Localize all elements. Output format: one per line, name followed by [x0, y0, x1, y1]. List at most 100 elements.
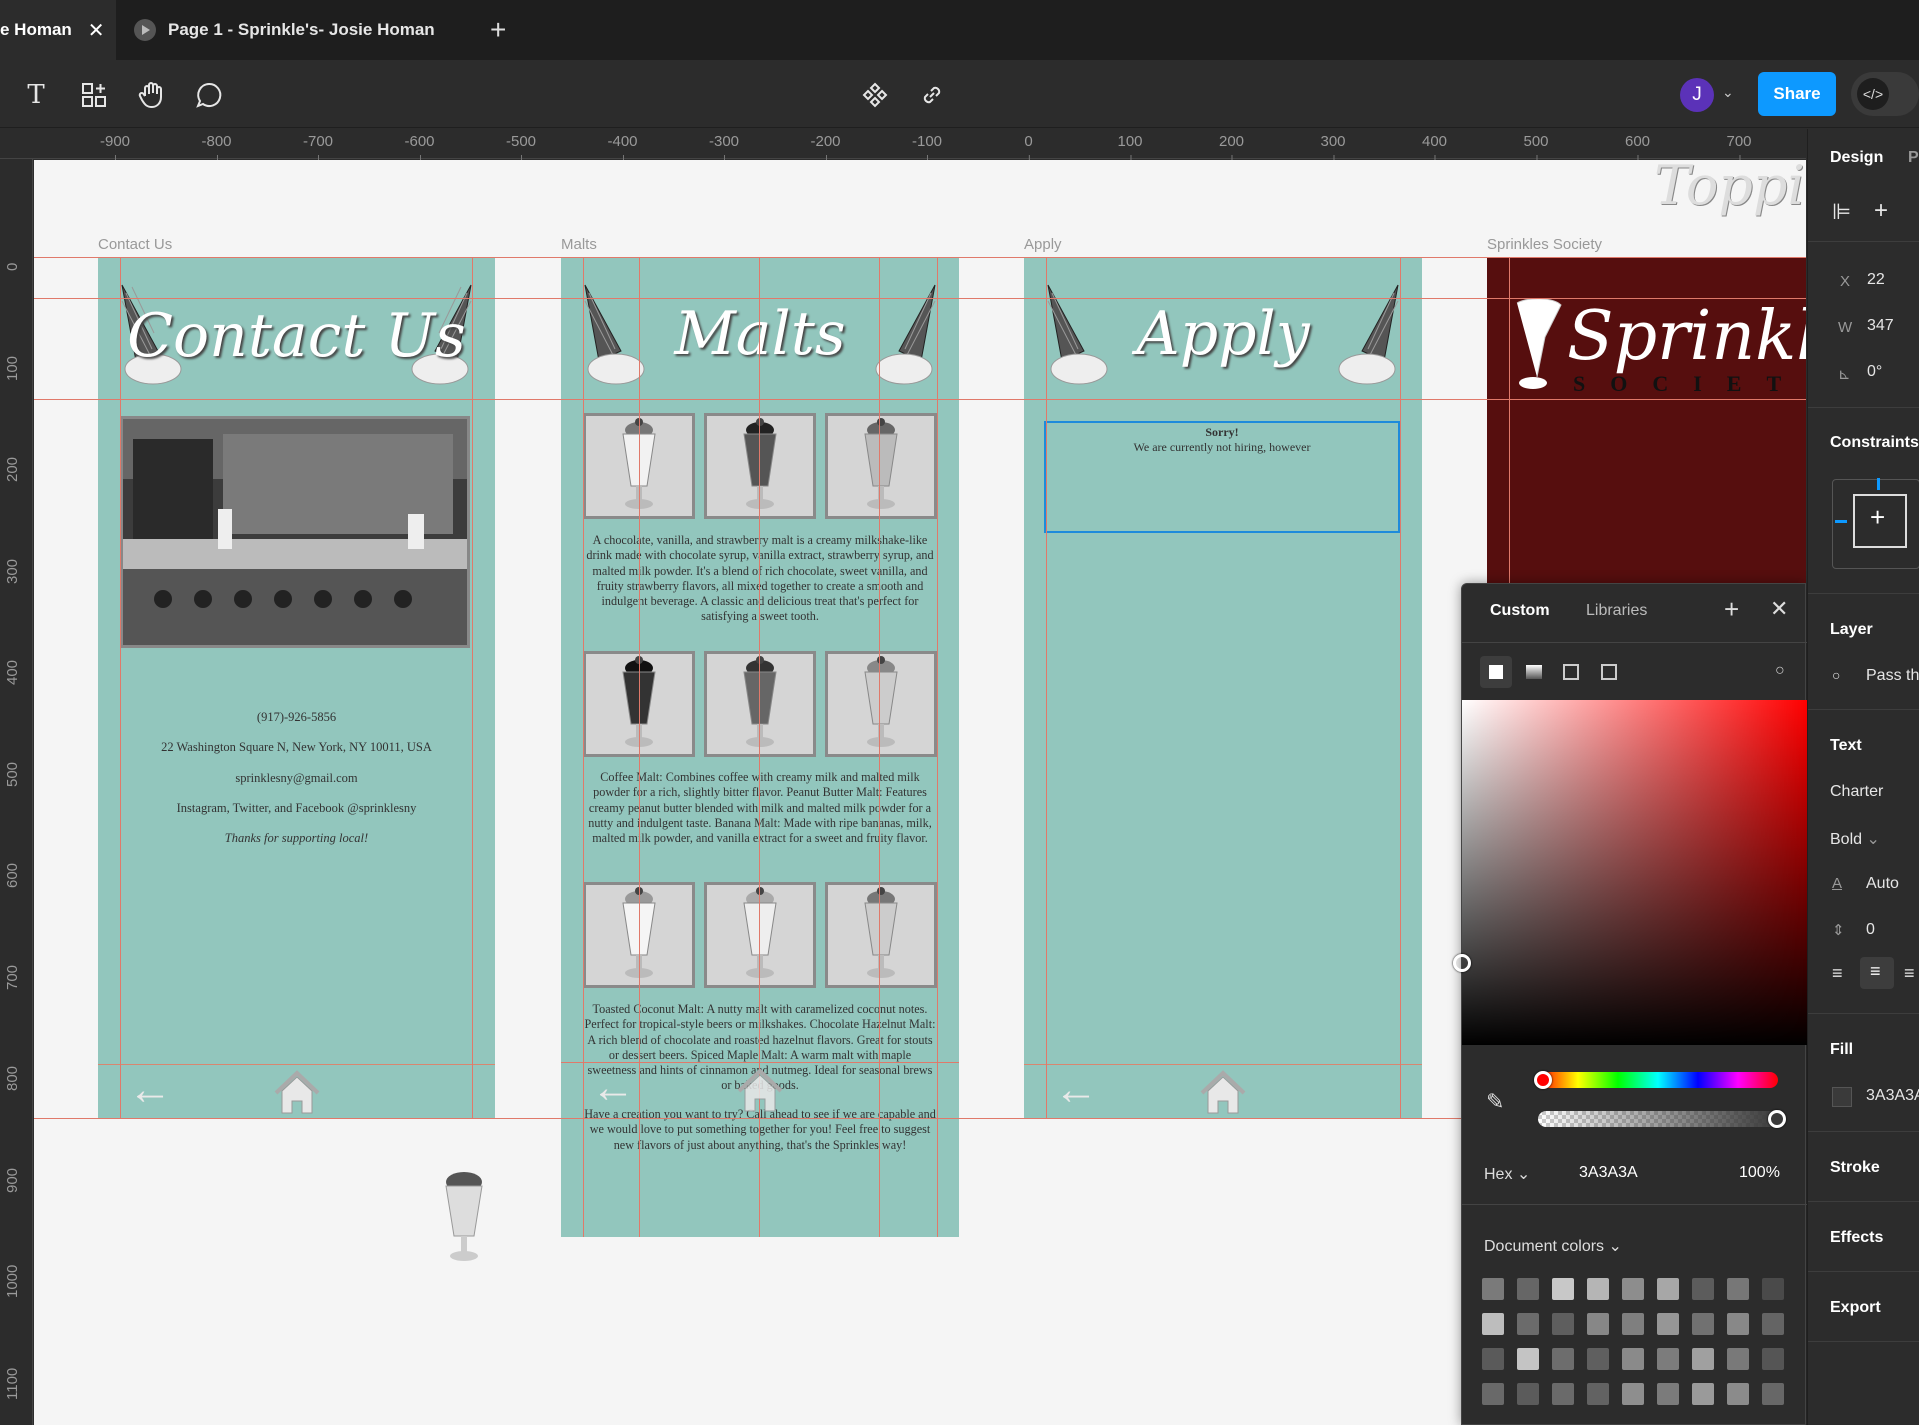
gradient-icon[interactable]: [1526, 665, 1542, 679]
opacity-handle[interactable]: [1768, 1110, 1786, 1128]
document-color-swatch[interactable]: [1552, 1313, 1574, 1335]
document-color-swatch[interactable]: [1587, 1313, 1609, 1335]
home-icon[interactable]: [1198, 1069, 1248, 1115]
font-family-select[interactable]: Charter: [1830, 783, 1883, 801]
color-format-select[interactable]: Hex ⌄: [1484, 1164, 1530, 1184]
document-colors-dropdown[interactable]: Document colors ⌄: [1484, 1236, 1622, 1256]
document-color-swatch[interactable]: [1552, 1383, 1574, 1405]
color-picker-popover[interactable]: Custom Libraries + ✕ ○ ✎ Hex ⌄ 3A3A3A 10…: [1453, 583, 1807, 1425]
align-left-text-icon[interactable]: ≡: [1832, 963, 1843, 984]
malts-frame[interactable]: Malts A chocolate, vanilla, and strawber…: [561, 257, 959, 1237]
contact-frame[interactable]: Contact Us (917)-926-5856 22 Washington …: [98, 257, 495, 1118]
align-center-icon[interactable]: +: [1874, 197, 1888, 225]
document-color-swatch[interactable]: [1587, 1383, 1609, 1405]
chevron-down-icon[interactable]: ⌄: [1722, 84, 1734, 101]
align-right-text-icon[interactable]: ≡: [1904, 963, 1915, 984]
home-icon[interactable]: [272, 1069, 322, 1115]
hue-slider[interactable]: [1538, 1072, 1778, 1088]
document-color-swatch[interactable]: [1517, 1313, 1539, 1335]
document-color-swatch[interactable]: [1727, 1278, 1749, 1300]
user-avatar[interactable]: J: [1680, 78, 1714, 112]
close-icon[interactable]: ✕: [88, 18, 105, 43]
eyedropper-icon[interactable]: ✎: [1486, 1089, 1504, 1115]
opacity-slider[interactable]: [1538, 1111, 1778, 1127]
document-color-swatch[interactable]: [1762, 1313, 1784, 1335]
document-color-swatch[interactable]: [1622, 1383, 1644, 1405]
font-weight-select[interactable]: Bold ⌄: [1830, 829, 1880, 849]
hex-input[interactable]: 3A3A3A: [1579, 1164, 1638, 1182]
document-color-swatch[interactable]: [1727, 1348, 1749, 1370]
document-color-swatch[interactable]: [1762, 1383, 1784, 1405]
file-tab-active[interactable]: e Homan ✕: [0, 0, 116, 60]
document-color-swatch[interactable]: [1482, 1313, 1504, 1335]
frame-label-apply[interactable]: Apply: [1024, 236, 1062, 253]
width-input[interactable]: 347: [1867, 317, 1894, 335]
document-color-swatch[interactable]: [1587, 1348, 1609, 1370]
document-color-swatch[interactable]: [1552, 1348, 1574, 1370]
selected-text-layer[interactable]: Sorry! We are currently not hiring, howe…: [1044, 421, 1400, 533]
frame-label-society[interactable]: Sprinkles Society: [1487, 236, 1602, 253]
document-color-swatch[interactable]: [1552, 1278, 1574, 1300]
export-heading[interactable]: Export: [1830, 1299, 1881, 1317]
color-handle[interactable]: [1453, 954, 1471, 972]
fill-swatch[interactable]: [1832, 1087, 1852, 1107]
hue-handle[interactable]: [1534, 1071, 1552, 1089]
back-arrow-icon[interactable]: ←: [1054, 1068, 1098, 1112]
document-color-swatch[interactable]: [1482, 1383, 1504, 1405]
milkshake-image[interactable]: [439, 1168, 489, 1264]
resources-icon[interactable]: [74, 75, 114, 115]
align-center-text-button[interactable]: ≡: [1860, 957, 1894, 989]
stroke-heading[interactable]: Stroke: [1830, 1159, 1880, 1177]
document-color-swatch[interactable]: [1657, 1383, 1679, 1405]
share-button[interactable]: Share: [1758, 72, 1836, 116]
document-color-swatch[interactable]: [1727, 1383, 1749, 1405]
document-color-swatch[interactable]: [1762, 1348, 1784, 1370]
tab-custom[interactable]: Custom: [1490, 602, 1550, 620]
document-color-swatch[interactable]: [1657, 1278, 1679, 1300]
document-color-swatch[interactable]: [1692, 1313, 1714, 1335]
tab-libraries[interactable]: Libraries: [1586, 602, 1647, 620]
document-color-swatch[interactable]: [1517, 1278, 1539, 1300]
align-left-icon[interactable]: ⊫: [1832, 199, 1851, 225]
opacity-input[interactable]: 100%: [1739, 1164, 1780, 1182]
tab-design[interactable]: Design: [1830, 149, 1883, 167]
apply-frame[interactable]: Apply Sorry! We are currently not hiring…: [1024, 257, 1422, 1118]
file-tab[interactable]: Page 1 - Sprinkle's- Josie Homan: [118, 0, 474, 60]
line-height-input[interactable]: Auto: [1866, 875, 1899, 893]
document-color-swatch[interactable]: [1692, 1278, 1714, 1300]
video-fill-icon[interactable]: [1601, 664, 1617, 680]
component-icon[interactable]: [855, 75, 895, 115]
document-color-swatch[interactable]: [1727, 1313, 1749, 1335]
document-color-swatch[interactable]: [1622, 1313, 1644, 1335]
blend-drop-icon[interactable]: ○: [1775, 662, 1785, 680]
back-arrow-icon[interactable]: ←: [128, 1068, 172, 1112]
dev-mode-toggle[interactable]: </>: [1851, 72, 1919, 116]
add-style-plus-icon[interactable]: +: [1724, 594, 1739, 625]
document-color-swatch[interactable]: [1587, 1278, 1609, 1300]
new-tab-plus-icon[interactable]: +: [490, 14, 506, 46]
letter-spacing-input[interactable]: 0: [1866, 921, 1875, 939]
frame-label-malts[interactable]: Malts: [561, 236, 597, 253]
document-color-swatch[interactable]: [1622, 1278, 1644, 1300]
document-color-swatch[interactable]: [1657, 1313, 1679, 1335]
effects-heading[interactable]: Effects: [1830, 1229, 1883, 1247]
link-icon[interactable]: [912, 75, 952, 115]
constraints-widget[interactable]: +: [1832, 478, 1919, 569]
document-color-swatch[interactable]: [1517, 1383, 1539, 1405]
document-color-swatch[interactable]: [1482, 1348, 1504, 1370]
hand-tool-icon[interactable]: [131, 75, 171, 115]
solid-fill-button[interactable]: [1480, 656, 1512, 688]
text-tool-icon[interactable]: T: [16, 75, 56, 115]
document-color-swatch[interactable]: [1762, 1278, 1784, 1300]
layer-blend-mode[interactable]: Pass th: [1866, 667, 1919, 685]
back-arrow-icon[interactable]: ←: [591, 1066, 635, 1110]
document-color-swatch[interactable]: [1622, 1348, 1644, 1370]
document-color-swatch[interactable]: [1692, 1383, 1714, 1405]
document-color-swatch[interactable]: [1517, 1348, 1539, 1370]
x-input[interactable]: 22: [1867, 271, 1885, 289]
tab-prototype[interactable]: Pr: [1908, 149, 1919, 167]
saturation-brightness-area[interactable]: [1462, 700, 1807, 1045]
fill-hex-input[interactable]: 3A3A3A: [1866, 1087, 1919, 1105]
rotation-input[interactable]: 0°: [1867, 363, 1882, 381]
close-icon[interactable]: ✕: [1770, 596, 1788, 622]
